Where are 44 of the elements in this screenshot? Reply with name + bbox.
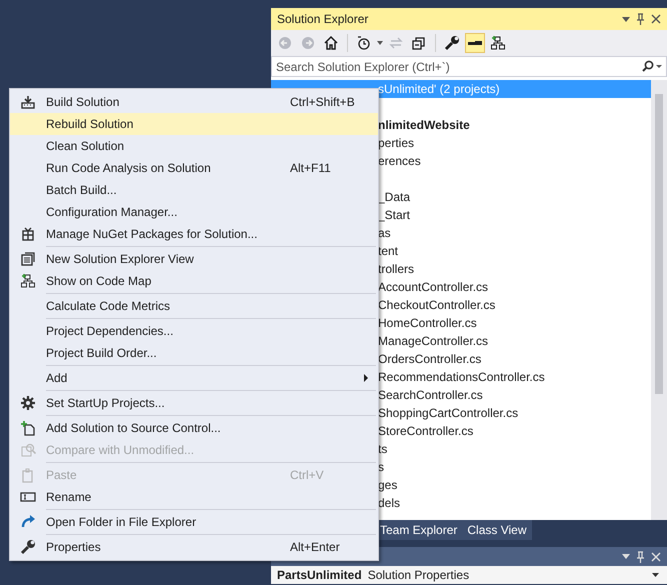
menu-item[interactable]: Project Build Order... (10, 342, 378, 364)
refresh-arrow-icon (20, 514, 36, 530)
close-icon[interactable] (651, 14, 661, 24)
menu-item[interactable]: Open Folder in File Explorer (10, 511, 378, 533)
menu-item[interactable]: Rename (10, 486, 378, 508)
build-icon (20, 94, 36, 110)
hierarchy-icon[interactable] (490, 35, 506, 51)
dropdown-icon[interactable] (377, 41, 383, 45)
collapse-icon[interactable] (411, 35, 427, 51)
menu-item[interactable]: Run Code Analysis on Solution Alt+F11 (10, 157, 378, 179)
dropdown-icon[interactable] (622, 16, 630, 22)
menu-item[interactable]: New Solution Explorer View (10, 248, 378, 270)
home-icon[interactable] (323, 35, 339, 51)
menu-item[interactable]: Manage NuGet Packages for Solution... (10, 223, 378, 245)
menu-item[interactable]: Set StartUp Projects... (10, 392, 378, 414)
menu-item[interactable]: Rebuild Solution (10, 113, 378, 135)
menu-item[interactable]: Calculate Code Metrics (10, 295, 378, 317)
object-selector[interactable]: PartsUnlimited Solution Properties (271, 566, 667, 584)
window-title: Solution Explorer (277, 12, 368, 26)
window-icon (20, 251, 36, 267)
menu-item[interactable]: Clean Solution (10, 135, 378, 157)
submenu-arrow-icon (364, 374, 368, 382)
scrollbar[interactable] (651, 80, 667, 520)
search-field[interactable]: Search Solution Explorer (Ctrl+`) (271, 56, 667, 77)
menu-item[interactable]: Properties Alt+Enter (10, 536, 378, 558)
pin-icon[interactable] (636, 13, 645, 25)
compare-icon (20, 442, 36, 458)
menu-item[interactable]: Add (10, 367, 378, 389)
history-icon[interactable] (356, 35, 372, 51)
dropdown-icon[interactable] (652, 573, 659, 577)
gear-icon (20, 395, 36, 411)
menu-item[interactable]: Show on Code Map (10, 270, 378, 292)
search-icon[interactable] (641, 60, 663, 72)
add-file-icon (20, 420, 36, 436)
wrench-icon[interactable] (444, 35, 460, 51)
menu-item[interactable]: Batch Build... (10, 179, 378, 201)
menu-item[interactable]: Add Solution to Source Control... (10, 417, 378, 439)
menu-item[interactable]: Configuration Manager... (10, 201, 378, 223)
hierarchy-icon (20, 273, 36, 289)
wrench-icon (20, 539, 36, 555)
package-icon (20, 226, 36, 242)
menu-item[interactable]: Project Dependencies... (10, 320, 378, 342)
panel-tab[interactable]: Class View (462, 520, 532, 540)
toggle-button[interactable] (465, 33, 485, 53)
